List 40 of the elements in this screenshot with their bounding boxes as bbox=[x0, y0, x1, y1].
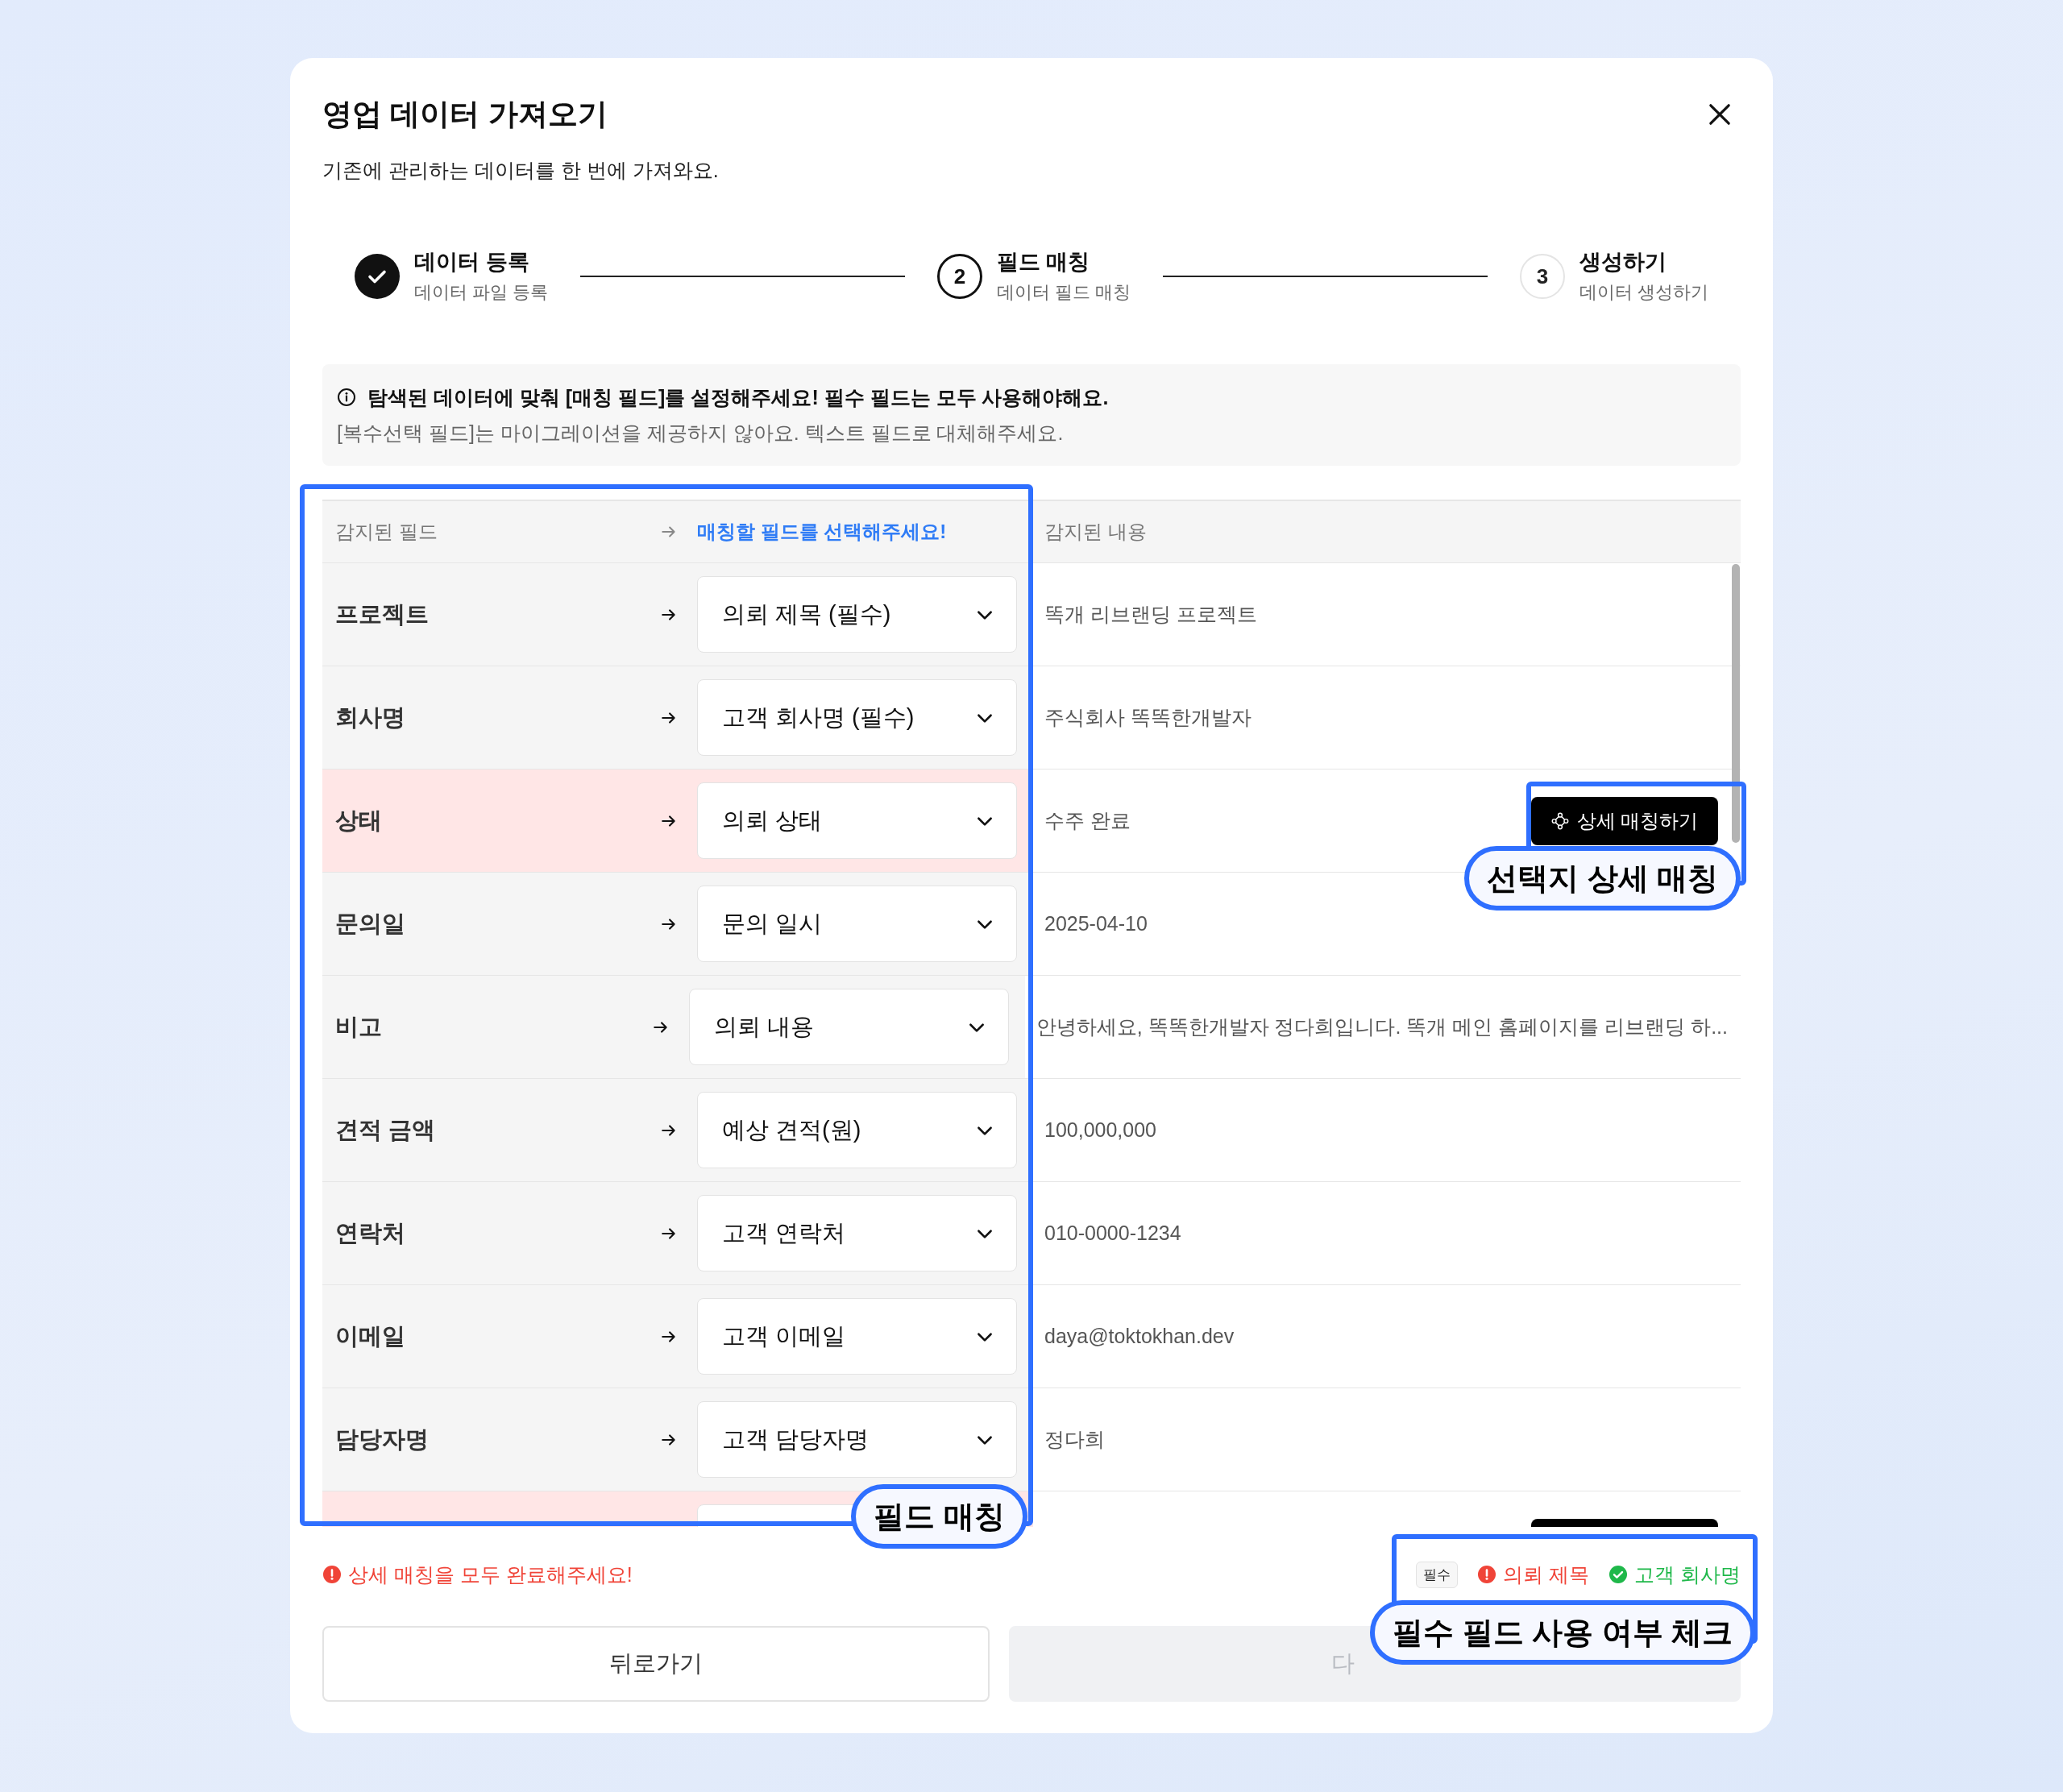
dialog-title: 영업 데이터 가져오기 bbox=[322, 97, 608, 132]
step-title: 필드 매칭 bbox=[996, 249, 1091, 276]
field-name: 연락처 bbox=[335, 1218, 406, 1247]
notice-detail: [복수선택 필드]는 마이그레이션을 제공하지 않아요. 텍스트 필드로 대체해주세요. bbox=[337, 421, 1065, 446]
detected-content: 안녕하세요, 똑똑한개발자 정다희입니다. 똑개 메인 홈페이지를 리브랜딩 하... bbox=[1036, 1014, 1728, 1039]
column-header: 감지된 내용 bbox=[1044, 520, 1147, 544]
field-name: 회사명 bbox=[335, 703, 406, 732]
step-number-badge: 2 bbox=[936, 254, 982, 299]
required-badge: 필수 bbox=[1416, 1561, 1459, 1588]
error-message: 상세 매칭을 모두 완료해주세요! bbox=[348, 1562, 633, 1587]
step-number-badge: 3 bbox=[1519, 254, 1565, 299]
detected-content: 100,000,000 bbox=[1044, 1118, 1157, 1142]
required-field-label: 의뢰 제목 bbox=[1503, 1562, 1590, 1587]
step-subtitle: 데이터 생성하기 bbox=[1579, 281, 1708, 304]
dialog-subtitle: 기존에 관리하는 데이터를 한 번에 가져와요. bbox=[322, 158, 720, 183]
callout-tooltip: 선택지 상세 매칭 bbox=[1464, 846, 1741, 911]
field-name: 견적 금액 bbox=[335, 1115, 437, 1144]
detected-content: 수주 완료 bbox=[1044, 808, 1131, 833]
column-header: 매칭할 필드를 선택해주세요! bbox=[697, 520, 948, 544]
detected-content: 010-0000-1234 bbox=[1044, 1222, 1181, 1245]
step-subtitle: 데이터 필드 매칭 bbox=[996, 281, 1131, 304]
field-name: 프로젝트 bbox=[335, 599, 430, 628]
detected-content: 정다희 bbox=[1044, 1427, 1105, 1452]
callout-tooltip: 필수 필드 사용 여부 체크 bbox=[1370, 1600, 1756, 1665]
required-field-label: 고객 회사명 bbox=[1634, 1562, 1741, 1587]
field-name: 상태 bbox=[335, 806, 383, 835]
field-name: 문의일 bbox=[335, 909, 406, 938]
step-title: 데이터 등록 bbox=[414, 249, 530, 276]
field-name: 이메일 bbox=[335, 1321, 406, 1350]
step-subtitle: 데이터 파일 등록 bbox=[414, 281, 549, 304]
detected-content: 주식회사 똑똑한개발자 bbox=[1044, 705, 1251, 730]
detected-content: 똑개 리브랜딩 프로젝트 bbox=[1044, 602, 1257, 627]
detected-content: 2025-04-10 bbox=[1044, 912, 1148, 935]
step-title: 생성하기 bbox=[1579, 249, 1667, 276]
callout-tooltip: 필드 매칭 bbox=[851, 1484, 1027, 1549]
column-header: 감지된 필드 bbox=[335, 520, 438, 544]
notice-headline: 탐색된 데이터에 맞춰 [매칭 필드]를 설정해주세요! 필수 필드는 모두 사용해야해요. bbox=[367, 384, 1109, 410]
field-name: 비고 bbox=[335, 1012, 383, 1041]
detected-content: daya@toktokhan.dev bbox=[1044, 1325, 1235, 1348]
field-name: 담당자명 bbox=[335, 1425, 430, 1454]
